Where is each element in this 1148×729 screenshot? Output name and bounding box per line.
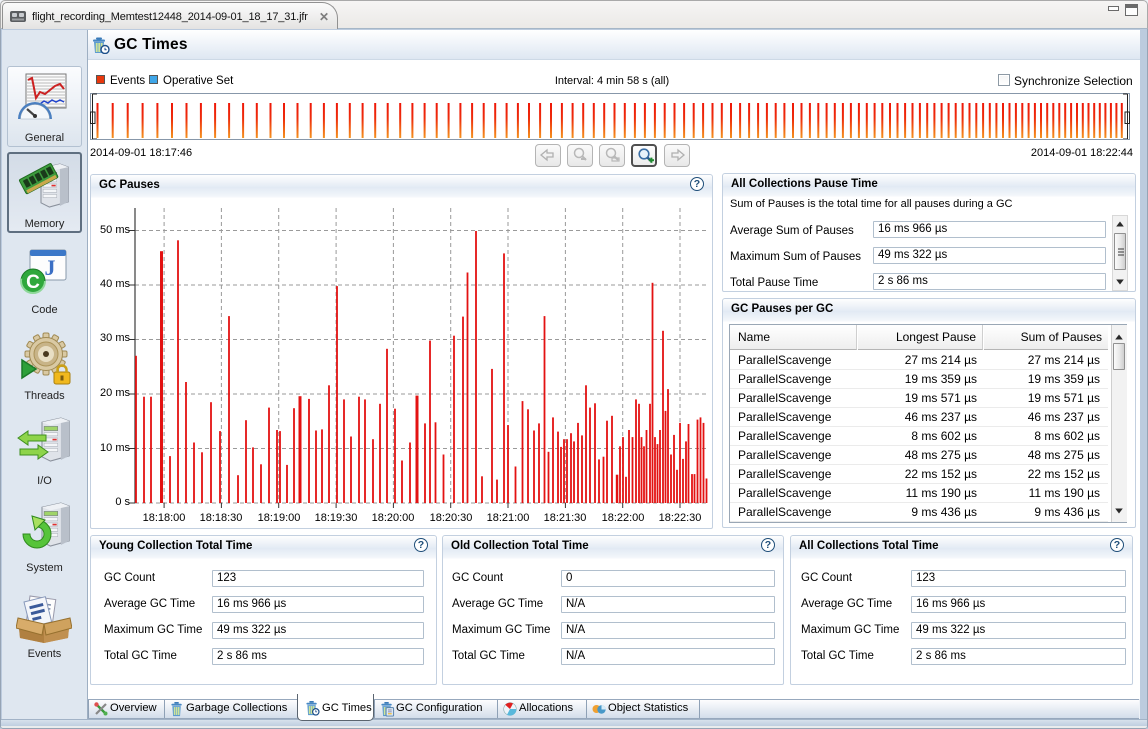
svg-text:C: C <box>26 272 40 293</box>
svg-text:J: J <box>45 255 56 280</box>
